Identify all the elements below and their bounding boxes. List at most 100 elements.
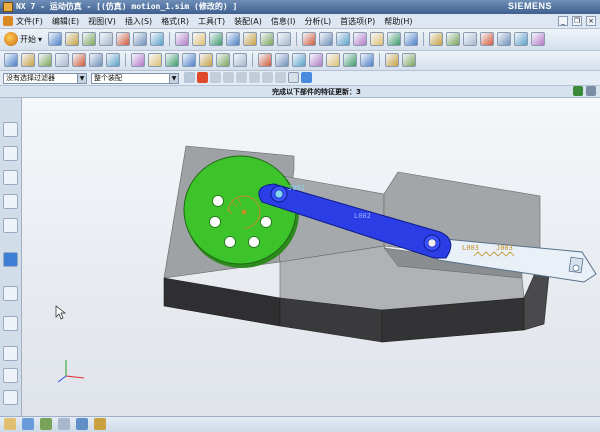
solver-icon[interactable] [233, 53, 247, 67]
restore-icon[interactable]: ❐ [572, 16, 582, 26]
graph-icon[interactable] [275, 53, 289, 67]
joint-icon[interactable] [21, 53, 35, 67]
snap-face-icon[interactable] [301, 72, 312, 83]
menu-item[interactable]: 工具(T) [198, 16, 225, 27]
zoom-icon[interactable] [319, 32, 333, 46]
motion-joint-icon[interactable] [446, 32, 460, 46]
link-body-icon[interactable] [4, 53, 18, 67]
coupler-icon[interactable] [38, 53, 52, 67]
snap-center-icon[interactable] [262, 72, 273, 83]
reposition-icon[interactable] [58, 418, 70, 430]
snap-mid-icon[interactable] [223, 72, 234, 83]
skip-start-icon[interactable] [292, 53, 306, 67]
skip-end-icon[interactable] [402, 53, 416, 67]
paste-icon[interactable] [99, 32, 113, 46]
assembly-navigator-icon[interactable] [3, 122, 18, 137]
undo-icon[interactable] [133, 32, 147, 46]
point-icon[interactable] [148, 53, 162, 67]
type-filter-dropdown[interactable]: 没有选择过滤器 ▼ [3, 73, 87, 84]
settings-icon[interactable] [586, 86, 596, 96]
rotate-icon[interactable] [260, 32, 274, 46]
constraint-navigator-icon[interactable] [3, 146, 18, 161]
link-icon[interactable] [463, 32, 477, 46]
pause-icon[interactable] [343, 53, 357, 67]
part-navigator-icon[interactable] [3, 170, 18, 185]
selection-scope-dropdown[interactable]: 整个装配 ▼ [91, 73, 179, 84]
menu-item[interactable]: 首选项(P) [340, 16, 375, 27]
function-icon[interactable] [192, 32, 206, 46]
animation-icon[interactable] [258, 53, 272, 67]
sketch-icon[interactable] [209, 32, 223, 46]
menu-item[interactable]: 编辑(E) [52, 16, 79, 27]
fit-icon[interactable] [336, 32, 350, 46]
marker-icon[interactable] [480, 32, 494, 46]
toolbar-row-2-icons [4, 53, 416, 67]
menu-item[interactable]: 帮助(H) [384, 16, 412, 27]
perspective-icon[interactable] [370, 32, 384, 46]
interference-icon[interactable] [216, 53, 230, 67]
gear-icon[interactable] [55, 53, 69, 67]
system-materials-icon[interactable] [3, 390, 18, 405]
palette-icon[interactable] [3, 316, 18, 331]
constraint-icon[interactable] [40, 418, 52, 430]
command-finder-icon[interactable] [175, 32, 189, 46]
render-style-icon[interactable] [429, 32, 443, 46]
redo-icon[interactable] [150, 32, 164, 46]
sequence-icon[interactable] [94, 418, 106, 430]
minimize-icon[interactable]: _ [558, 16, 568, 26]
explode-icon[interactable] [76, 418, 88, 430]
refresh-icon[interactable] [353, 32, 367, 46]
assembly-icon[interactable] [4, 418, 16, 430]
copy-icon[interactable] [82, 32, 96, 46]
marker2-icon[interactable] [131, 53, 145, 67]
step-back-icon[interactable] [309, 53, 323, 67]
clock-icon[interactable] [3, 346, 18, 361]
menu-item[interactable]: 视图(V) [88, 16, 116, 27]
damper-icon[interactable] [514, 32, 528, 46]
measure-icon[interactable] [182, 53, 196, 67]
graphics-window[interactable]: J002 L002 L003 J003 [22, 98, 600, 416]
close-icon[interactable]: × [586, 16, 596, 26]
roles-icon[interactable] [3, 368, 18, 383]
snap-end-icon[interactable] [210, 72, 221, 83]
menu-item[interactable]: 格式(R) [161, 16, 189, 27]
menu-item[interactable]: 文件(F) [16, 16, 43, 27]
menu-item[interactable]: 装配(A) [234, 16, 262, 27]
play-icon[interactable] [360, 53, 374, 67]
edit-icon[interactable] [226, 32, 240, 46]
menu-item[interactable]: 插入(S) [125, 16, 152, 27]
pan-icon[interactable] [302, 32, 316, 46]
contact-icon[interactable] [531, 32, 545, 46]
snap-control-icon[interactable] [236, 72, 247, 83]
snap-intersect-icon[interactable] [249, 72, 260, 83]
cable-icon[interactable] [89, 53, 103, 67]
model-view: J002 L002 L003 J003 [55, 145, 597, 383]
snap-box-icon[interactable] [288, 72, 299, 83]
view-orient-icon[interactable] [404, 32, 418, 46]
menu-item[interactable]: 分析(L) [304, 16, 331, 27]
layer-icon[interactable] [243, 32, 257, 46]
shaded-icon[interactable] [387, 32, 401, 46]
trace-icon[interactable] [199, 53, 213, 67]
save-icon[interactable] [48, 32, 62, 46]
constraint-icon[interactable] [106, 53, 120, 67]
filter-icon[interactable] [184, 72, 195, 83]
web-browser-icon[interactable] [3, 286, 18, 301]
start-button[interactable]: 开始 ▾ [4, 32, 42, 46]
reuse-library-icon[interactable] [3, 194, 18, 209]
motion-navigator-icon[interactable] [3, 252, 18, 267]
snap-point-icon[interactable] [197, 72, 208, 83]
vector-icon[interactable] [165, 53, 179, 67]
spring-icon[interactable] [497, 32, 511, 46]
play-back-icon[interactable] [326, 53, 340, 67]
history-icon[interactable] [3, 218, 18, 233]
zoom-window-icon[interactable] [277, 32, 291, 46]
navigator-icon[interactable] [573, 86, 583, 96]
component-icon[interactable] [22, 418, 34, 430]
rack-icon[interactable] [72, 53, 86, 67]
delete-icon[interactable] [116, 32, 130, 46]
menu-item[interactable]: 信息(I) [271, 16, 296, 27]
snap-quadrant-icon[interactable] [275, 72, 286, 83]
cut-icon[interactable] [65, 32, 79, 46]
step-forward-icon[interactable] [385, 53, 399, 67]
